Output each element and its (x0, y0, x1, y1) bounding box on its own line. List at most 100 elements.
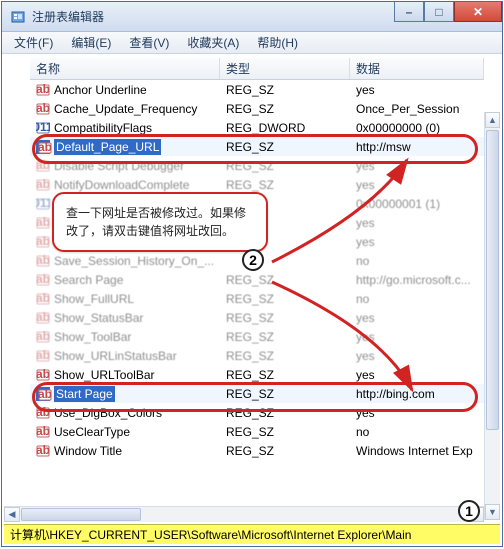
table-row[interactable]: abShow_ToolBarREG_SZyes (30, 327, 484, 346)
value-name: Show_URLinStatusBar (54, 349, 177, 363)
svg-text:ab: ab (36, 406, 50, 419)
status-bar: 计算机\HKEY_CURRENT_USER\Software\Microsoft… (4, 524, 500, 544)
string-value-icon: ab (36, 406, 50, 420)
value-type: WORD (220, 197, 350, 211)
value-data: yes (350, 406, 484, 420)
value-data: no (350, 254, 484, 268)
col-type[interactable]: 类型 (220, 58, 350, 79)
scroll-down-button[interactable]: ▼ (485, 504, 500, 520)
value-type: REG_SZ (220, 83, 350, 97)
menu-edit[interactable]: 编辑(E) (63, 32, 119, 53)
value-type: REG_SZ (220, 102, 350, 116)
client-area: 名称 类型 数据 abAnchor UnderlineREG_SZyesab Ca… (2, 54, 502, 546)
col-data[interactable]: 数据 (350, 58, 484, 79)
string-value-icon: ab (36, 368, 50, 382)
svg-text:ab: ab (36, 311, 50, 324)
value-name: Show_URLToolBar (54, 368, 155, 382)
string-value-icon: ab (36, 140, 50, 154)
menu-file[interactable]: 文件(F) (6, 32, 61, 53)
table-row[interactable]: ab Use_DlgBox_Colors REG_SZyes (30, 403, 484, 422)
table-row[interactable]: abUseClearTypeREG_SZno (30, 422, 484, 441)
svg-text:ab: ab (36, 102, 50, 115)
value-type: REG_SZ (220, 140, 350, 154)
titlebar[interactable]: 注册表编辑器 – □ ✕ (2, 2, 502, 32)
value-list[interactable]: abAnchor UnderlineREG_SZyesab Cache_Updat… (30, 80, 484, 524)
svg-text:ab: ab (36, 425, 50, 438)
table-row[interactable]: abNotifyDownloadCompleteREG_SZyes (30, 175, 484, 194)
table-row[interactable]: abShow_URLinStatusBarREG_SZyes (30, 346, 484, 365)
value-type: REG_SZ (220, 387, 350, 401)
table-row[interactable]: abDisable Script DebuggerREG_SZyes (30, 156, 484, 175)
minimize-button[interactable]: – (394, 2, 424, 22)
table-row[interactable]: ab Save_Session_History_On_... no (30, 251, 484, 270)
table-row[interactable]: 011 WORD0x00000001 (1) (30, 194, 484, 213)
table-row[interactable]: abWindow TitleREG_SZWindows Internet Exp (30, 441, 484, 460)
table-row[interactable]: abAnchor UnderlineREG_SZyes (30, 80, 484, 99)
menu-help[interactable]: 帮助(H) (249, 32, 306, 53)
table-row[interactable]: abShow_FullURLREG_SZno (30, 289, 484, 308)
svg-text:ab: ab (36, 330, 50, 343)
menu-view[interactable]: 查看(V) (121, 32, 177, 53)
string-value-icon: ab (36, 425, 50, 439)
value-type: REG_DWORD (220, 121, 350, 135)
table-row[interactable]: ab Show_URLToolBar REG_SZyes (30, 365, 484, 384)
value-type: REG_SZ (220, 159, 350, 173)
table-row[interactable]: abDefault_Page_URLREG_SZhttp://msw (30, 137, 484, 156)
value-type: REG_SZ (220, 368, 350, 382)
string-value-icon: ab (36, 349, 50, 363)
table-row[interactable]: 011CompatibilityFlagsREG_DWORD0x00000000… (30, 118, 484, 137)
value-data: yes (350, 83, 484, 97)
svg-text:ab: ab (36, 349, 50, 362)
col-name[interactable]: 名称 (30, 58, 220, 79)
string-value-icon: ab (36, 292, 50, 306)
value-data: http://go.microsoft.c... (350, 273, 484, 287)
string-value-icon: ab (36, 444, 50, 458)
app-icon (10, 9, 26, 25)
scroll-thumb-h[interactable] (21, 508, 141, 521)
close-button[interactable]: ✕ (454, 2, 502, 22)
svg-text:ab: ab (36, 159, 50, 172)
value-type: REG_SZ (220, 444, 350, 458)
svg-text:ab: ab (36, 273, 50, 286)
svg-text:011: 011 (36, 121, 50, 134)
caption-buttons: – □ ✕ (394, 2, 502, 22)
value-name: Show_FullURL (54, 292, 134, 306)
table-row[interactable]: abSearch PageREG_SZhttp://go.microsoft.c… (30, 270, 484, 289)
value-name: NotifyDownloadComplete (54, 178, 189, 192)
table-row[interactable]: abyes (30, 213, 484, 232)
maximize-button[interactable]: □ (424, 2, 454, 22)
string-value-icon: ab (36, 102, 50, 116)
table-row[interactable]: abShow_StatusBarREG_SZyes (30, 308, 484, 327)
table-row[interactable]: abStart PageREG_SZhttp://bing.com (30, 384, 484, 403)
value-name: Cache_Update_Frequency (54, 102, 197, 116)
table-row[interactable]: abPlay_Background_Soundsyes (30, 232, 484, 251)
table-row[interactable]: ab Cache_Update_Frequency REG_SZOnce_Per_S… (30, 99, 484, 118)
string-value-icon: ab (36, 311, 50, 325)
scroll-left-button[interactable]: ◀ (4, 507, 20, 522)
value-name: Show_StatusBar (54, 311, 143, 325)
scroll-up-button[interactable]: ▲ (485, 112, 500, 128)
string-value-icon: ab (36, 387, 50, 401)
svg-text:ab: ab (36, 235, 50, 248)
value-data: yes (350, 368, 484, 382)
value-type: REG_SZ (220, 406, 350, 420)
svg-text:ab: ab (36, 292, 50, 305)
string-value-icon: ab (36, 273, 50, 287)
menu-favorites[interactable]: 收藏夹(A) (179, 32, 247, 53)
vertical-scrollbar[interactable]: ▲ ▼ (484, 112, 500, 520)
value-type: REG_SZ (220, 330, 350, 344)
string-value-icon: ab (36, 216, 50, 230)
value-data: 0x00000001 (1) (350, 197, 484, 211)
string-value-icon: ab (36, 254, 50, 268)
value-name: Save_Session_History_On_... (54, 254, 214, 268)
scroll-thumb-v[interactable] (486, 130, 499, 430)
value-data: yes (350, 235, 484, 249)
value-name: Use_DlgBox_Colors (54, 406, 162, 420)
scroll-right-button[interactable]: ▶ (468, 507, 484, 522)
string-value-icon: ab (36, 330, 50, 344)
svg-text:011: 011 (36, 197, 50, 210)
value-type: REG_SZ (220, 311, 350, 325)
value-data: Once_Per_Session (350, 102, 484, 116)
horizontal-scrollbar[interactable]: ◀ ▶ (4, 506, 484, 522)
column-header: 名称 类型 数据 (30, 58, 484, 80)
